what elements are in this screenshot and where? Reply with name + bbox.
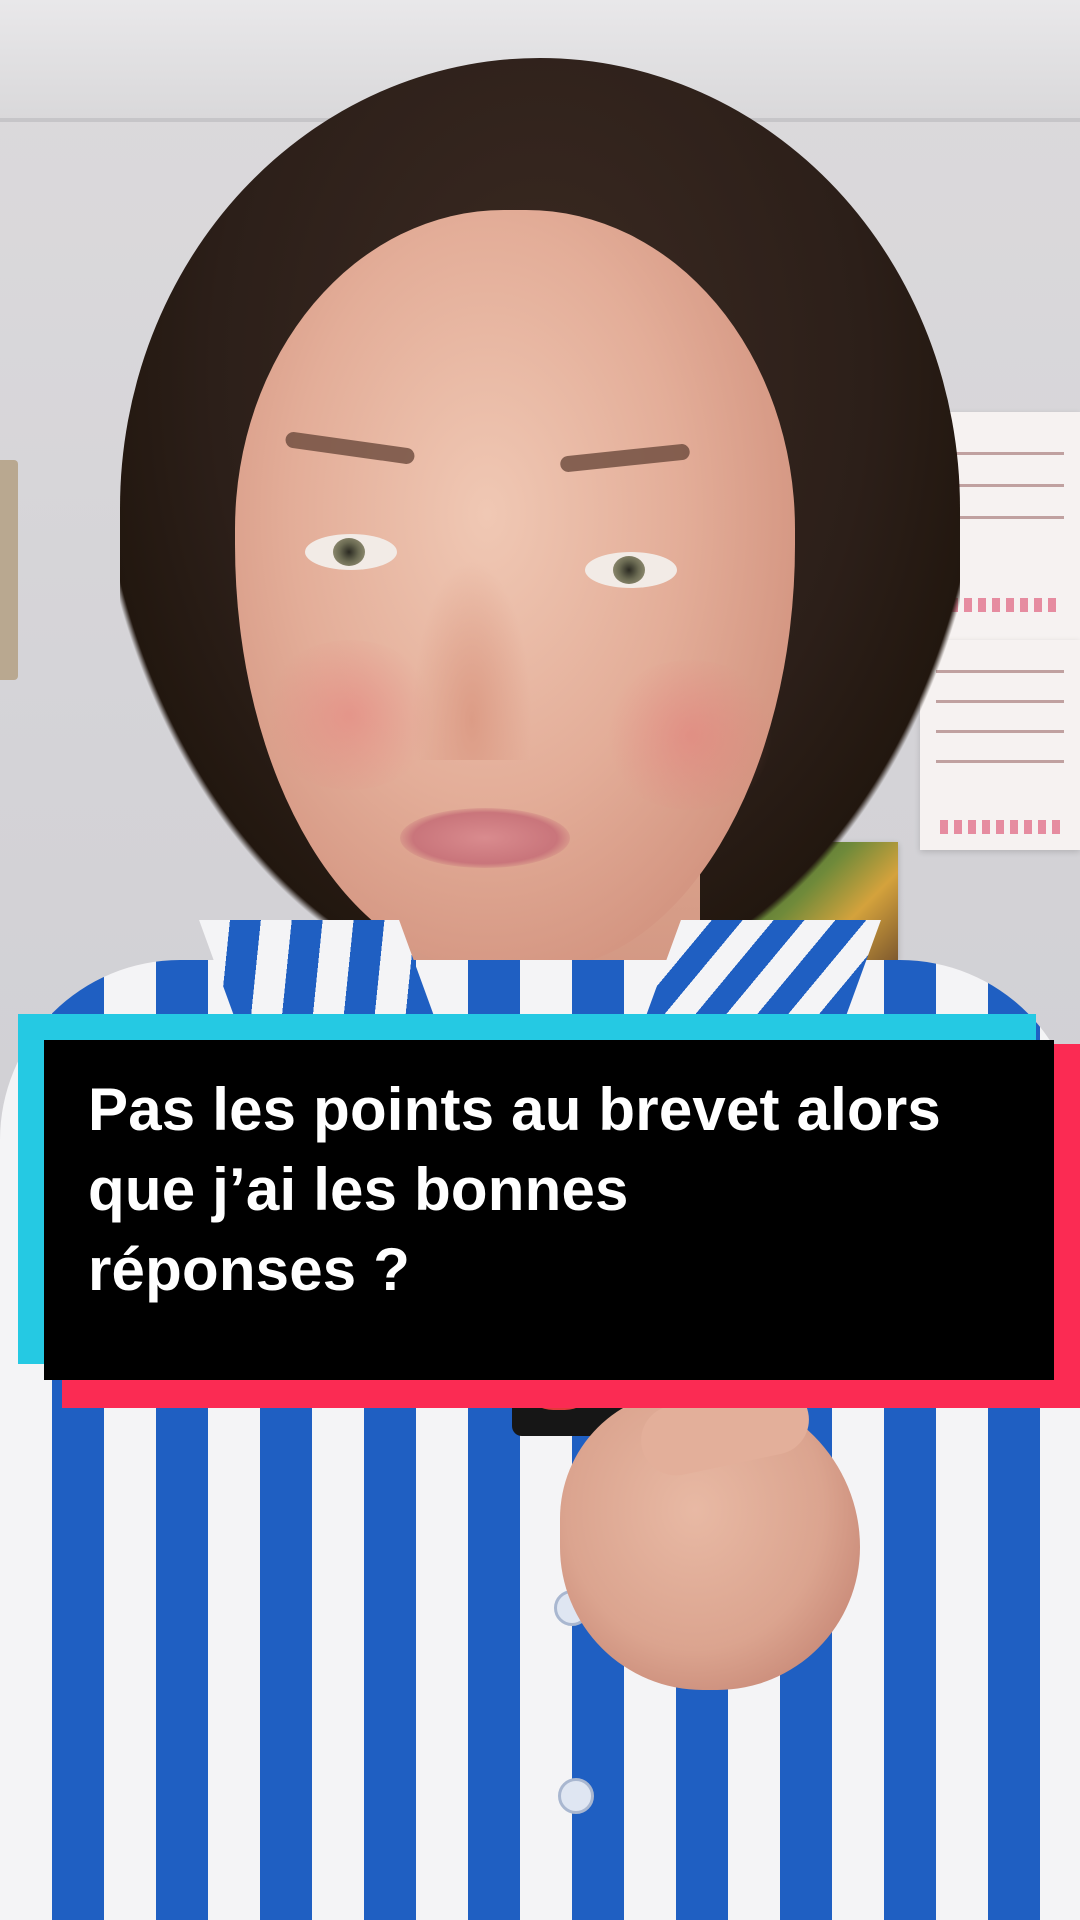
right-cheek	[600, 660, 780, 810]
lips	[400, 808, 570, 868]
right-eye	[585, 552, 677, 588]
caption-box: Pas les points au brevet alors que j’ai …	[18, 1014, 1080, 1408]
wall-shelf	[0, 460, 18, 680]
caption-line: que j’ai les bonnes	[88, 1156, 629, 1223]
shirt-button	[558, 1778, 594, 1814]
caption-line: Pas les points au brevet alors	[88, 1076, 942, 1143]
left-eye	[305, 534, 397, 570]
caption-text: Pas les points au brevet alors que j’ai …	[88, 1070, 988, 1310]
caption-line: réponses ?	[88, 1236, 411, 1303]
nose	[412, 560, 532, 760]
video-frame: Pas les points au brevet alors que j’ai …	[0, 0, 1080, 1920]
